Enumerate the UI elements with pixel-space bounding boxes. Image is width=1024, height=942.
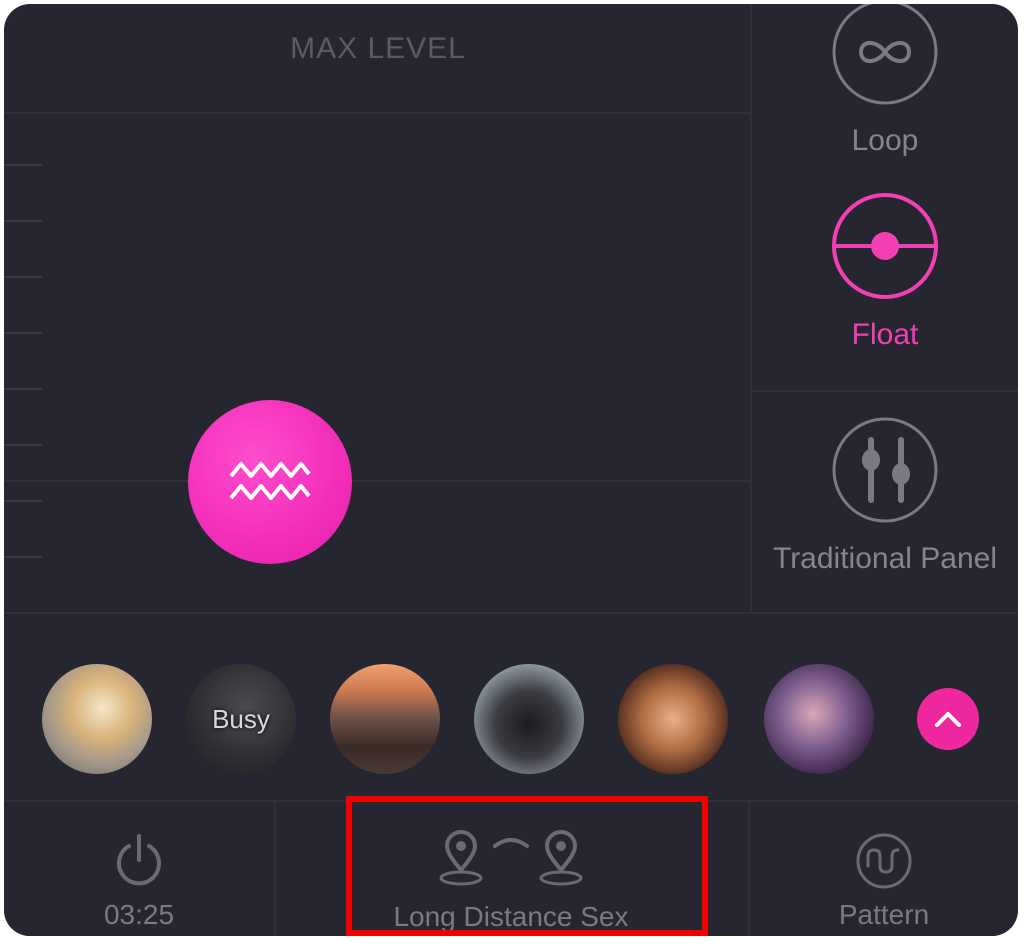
avatar-user-3[interactable] <box>330 664 440 774</box>
highlight-box <box>346 796 708 936</box>
mode-traditional-panel[interactable]: Traditional Panel <box>752 416 1018 576</box>
graph-tick <box>4 500 42 502</box>
wave-control-button[interactable] <box>188 400 352 564</box>
pattern-label: Pattern <box>838 899 930 930</box>
float-icon <box>832 193 938 299</box>
graph-tick <box>4 276 42 278</box>
sliders-icon <box>832 417 938 523</box>
max-level-label: MAX LEVEL <box>290 32 466 65</box>
graph-tick <box>4 220 42 222</box>
mode-panel: Loop Float Traditional Panel <box>752 4 1018 614</box>
graph-area[interactable]: MAX LEVEL <box>4 4 752 614</box>
mode-float[interactable]: Float <box>752 192 1018 352</box>
chevron-up-icon <box>935 712 961 727</box>
mode-loop[interactable]: Loop <box>752 4 1018 158</box>
avatar-user-6[interactable] <box>764 664 874 774</box>
graph-tick <box>4 164 42 166</box>
graph-tick <box>4 556 42 558</box>
users-row: Busy <box>4 614 1018 800</box>
graph-tick <box>4 444 42 446</box>
wave-icon <box>229 462 311 500</box>
power-icon <box>117 834 161 886</box>
infinity-icon <box>832 4 938 105</box>
avatar-user-4[interactable] <box>474 664 584 774</box>
pattern-icon <box>856 833 912 889</box>
graph-tick <box>4 388 42 390</box>
graph-divider <box>4 112 752 114</box>
avatar-user-2[interactable]: Busy <box>186 664 296 774</box>
mode-float-label: Float <box>851 318 919 351</box>
avatar-user-5[interactable] <box>618 664 728 774</box>
timer-button[interactable]: 03:25 <box>4 802 274 936</box>
busy-status: Busy <box>212 703 270 734</box>
expand-users-button[interactable] <box>917 688 979 750</box>
pattern-button[interactable]: Pattern <box>750 802 1018 936</box>
graph-level-line <box>4 480 752 482</box>
mode-traditional-panel-label: Traditional Panel <box>772 542 998 575</box>
mode-loop-label: Loop <box>851 124 919 157</box>
timer-label: 03:25 <box>103 899 175 930</box>
graph-tick <box>4 332 42 334</box>
avatar-user-1[interactable] <box>42 664 152 774</box>
mode-divider <box>752 390 1018 392</box>
